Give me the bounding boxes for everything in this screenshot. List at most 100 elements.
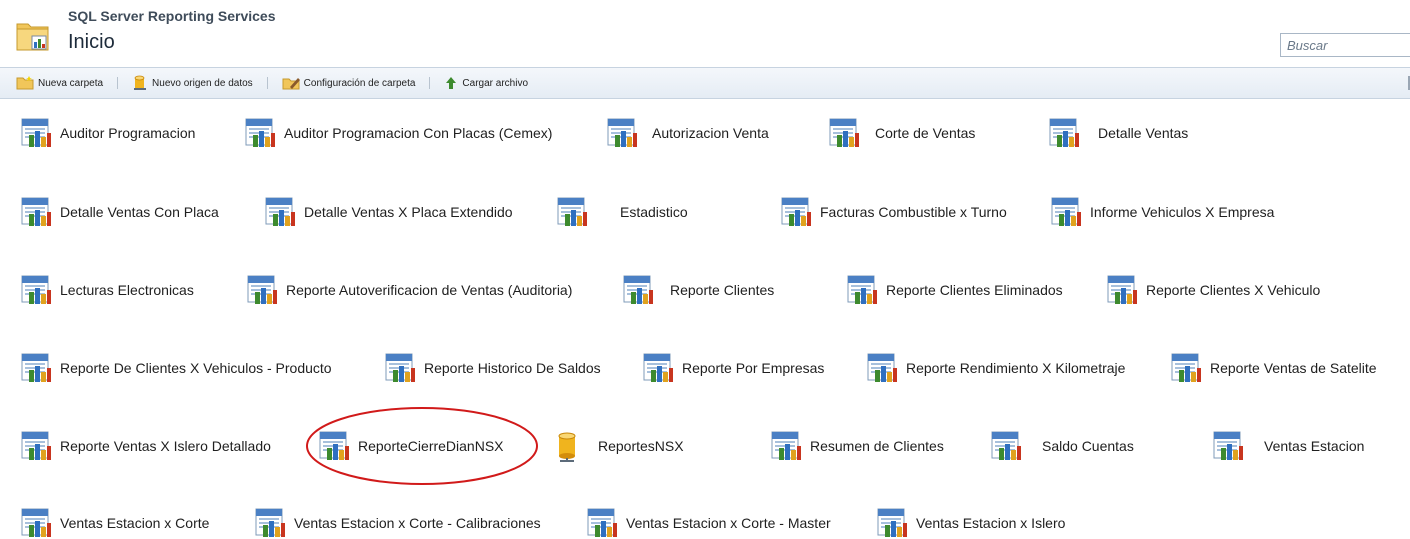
report-label: Resumen de Clientes [810,438,944,454]
report-icon [20,507,52,539]
report-item[interactable]: Reporte Historico De Saldos [384,351,601,385]
report-label: Auditor Programacion [60,125,196,141]
report-item[interactable]: Reporte Ventas de Satelite [1170,351,1377,385]
report-label: Lecturas Electronicas [60,282,194,298]
report-item[interactable]: Ventas Estacion x Corte [20,506,209,539]
upload-file-label: Cargar archivo [462,77,529,89]
toolbar-separator [117,77,119,89]
report-icon [622,274,654,306]
report-item[interactable]: Saldo Cuentas [990,429,1134,463]
report-label: Auditor Programacion Con Placas (Cemex) [284,125,553,141]
report-item[interactable]: Ventas Estacion [1212,429,1364,463]
report-item[interactable]: Ventas Estacion x Corte - Master [586,506,831,539]
report-icon [586,507,618,539]
report-item[interactable]: Detalle Ventas [1048,116,1188,150]
report-item[interactable]: Estadistico [556,195,688,229]
report-label: Reporte Ventas X Islero Detallado [60,438,271,454]
report-item[interactable]: Reporte Autoverificacion de Ventas (Audi… [246,273,572,307]
report-item[interactable]: Reporte Clientes [622,273,774,307]
report-icon [384,352,416,384]
report-item[interactable]: Lecturas Electronicas [20,273,194,307]
report-label: Corte de Ventas [875,125,976,141]
report-label: Facturas Combustible x Turno [820,204,1007,220]
report-icon [1050,196,1082,228]
report-item[interactable]: Informe Vehiculos X Empresa [1050,195,1274,229]
new-folder-label: Nueva carpeta [38,77,104,89]
report-icon [1212,430,1244,462]
report-item[interactable]: Facturas Combustible x Turno [780,195,1007,229]
report-item[interactable]: Detalle Ventas X Placa Extendido [264,195,513,229]
report-label: Informe Vehiculos X Empresa [1090,204,1275,220]
report-item[interactable]: Reporte Por Empresas [642,351,824,385]
report-label: Ventas Estacion x Islero [916,515,1066,531]
folder-logo-icon [16,23,49,51]
report-label: Reporte De Clientes X Vehiculos - Produc… [60,360,332,376]
toolbar: Nueva carpeta Nuevo origen de datos Conf… [0,67,1410,99]
datasource-icon [552,430,584,462]
report-item[interactable]: Ventas Estacion x Islero [876,506,1065,539]
new-datasource-label: Nuevo origen de datos [152,77,253,89]
report-icon [20,352,52,384]
report-label: Reporte Rendimiento X Kilometraje [906,360,1126,376]
report-icon [866,352,898,384]
report-label: Detalle Ventas X Placa Extendido [304,204,513,220]
report-item[interactable]: Detalle Ventas Con Placa [20,195,219,229]
report-label: Reporte Historico De Saldos [424,360,601,376]
report-item[interactable]: Reporte Clientes Eliminados [846,273,1063,307]
report-icon [20,430,52,462]
report-label: Reporte Por Empresas [682,360,825,376]
datasource-label: ReportesNSX [598,438,684,454]
report-icon [780,196,812,228]
report-label: Estadistico [620,204,688,220]
report-icon [264,196,296,228]
report-label: Reporte Clientes [670,282,775,298]
report-icon [318,430,350,462]
report-item[interactable]: Autorizacion Venta [606,116,769,150]
report-item[interactable]: Reporte Ventas X Islero Detallado [20,429,271,463]
report-item[interactable]: Auditor Programacion Con Placas (Cemex) [244,116,552,150]
report-label: Reporte Autoverificacion de Ventas (Audi… [286,282,573,298]
report-icon [244,117,276,149]
report-item[interactable]: Reporte Rendimiento X Kilometraje [866,351,1125,385]
report-icon [246,274,278,306]
report-icon [876,507,908,539]
report-item[interactable]: Resumen de Clientes [770,429,944,463]
report-label: Detalle Ventas Con Placa [60,204,219,220]
report-label: Reporte Clientes Eliminados [886,282,1063,298]
report-item[interactable]: Ventas Estacion x Corte - Calibraciones [254,506,541,539]
new-datasource-button[interactable]: Nuevo origen de datos [132,75,253,91]
new-folder-button[interactable]: Nueva carpeta [16,76,103,90]
folder-settings-label: Configuración de carpeta [303,77,416,89]
report-label: ReporteCierreDianNSX [358,438,504,454]
report-label: Ventas Estacion x Corte - Master [626,515,831,531]
new-datasource-icon [134,75,147,90]
report-icon [254,507,286,539]
report-grid: Auditor Programacion Auditor Programacio… [0,100,1410,539]
report-icon [20,274,52,306]
report-item[interactable]: Reporte De Clientes X Vehiculos - Produc… [20,351,332,385]
report-label: Saldo Cuentas [1042,438,1134,454]
report-label: Ventas Estacion [1264,438,1365,454]
report-item[interactable]: Reporte Clientes X Vehiculo [1106,273,1320,307]
folder-settings-button[interactable]: Configuración de carpeta [282,76,416,90]
search-input[interactable] [1280,33,1410,57]
upload-file-button[interactable]: Cargar archivo [444,76,528,90]
app-title: SQL Server Reporting Services [68,8,276,24]
toolbar-separator [429,77,431,89]
report-item[interactable]: Corte de Ventas [828,116,975,150]
report-icon [828,117,860,149]
toolbar-separator [266,77,268,89]
report-item[interactable]: ReporteCierreDianNSX [318,429,504,463]
report-label: Detalle Ventas [1098,125,1189,141]
report-icon [642,352,674,384]
datasource-item[interactable]: ReportesNSX [552,429,684,463]
report-manager-page: SQL Server Reporting Services Inicio Nue… [0,0,1410,539]
report-label: Autorizacion Venta [652,125,769,141]
report-label: Ventas Estacion x Corte - Calibraciones [294,515,541,531]
report-icon [1048,117,1080,149]
folder-settings-icon [282,78,300,90]
page-title: Inicio [68,31,115,53]
report-item[interactable]: Auditor Programacion [20,116,195,150]
report-icon [556,196,588,228]
report-icon [1106,274,1138,306]
